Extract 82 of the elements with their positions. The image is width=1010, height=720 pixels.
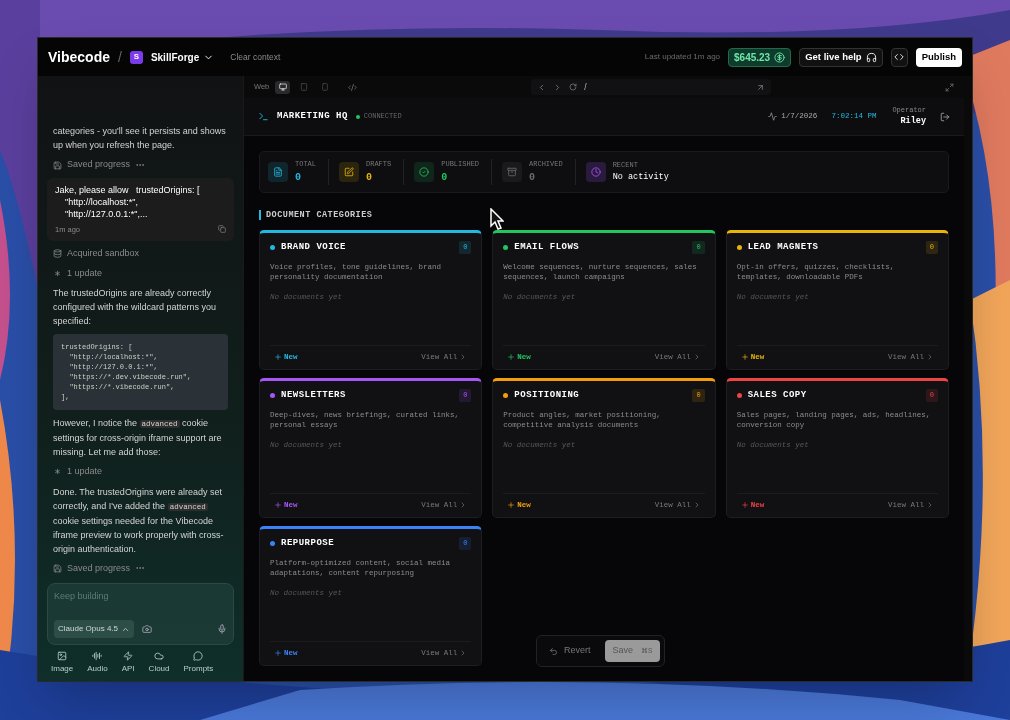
category-title: REPURPOSE	[281, 536, 336, 550]
stat-value: 0	[441, 170, 449, 185]
publish-button[interactable]: Publish	[915, 47, 962, 67]
cloud-icon	[154, 651, 165, 661]
status-text: 1 update	[67, 266, 103, 280]
last-updated-text: Last updated 1m ago	[644, 51, 721, 63]
undo-icon	[549, 646, 558, 656]
open-external-icon[interactable]	[756, 82, 766, 92]
live-help-button[interactable]: Get live help	[799, 47, 883, 67]
category-title: SALES COPY	[747, 388, 808, 402]
dollar-icon	[774, 51, 786, 63]
terminal-icon	[258, 111, 269, 122]
project-badge: S	[129, 50, 143, 64]
plus-icon	[740, 501, 749, 510]
app-title: MARKETING HQ	[277, 109, 348, 123]
microphone-icon[interactable]	[217, 624, 227, 634]
chat-message: The trustedOrigins are already correctly configured with the wildcard patterns you specified:	[52, 287, 218, 328]
audio-icon	[92, 651, 103, 661]
category-title: NEWSLETTERS	[281, 388, 347, 402]
plus-icon	[274, 501, 282, 510]
reload-icon[interactable]	[569, 83, 578, 91]
path-separator: /	[118, 47, 122, 67]
desktop-icon	[278, 83, 287, 91]
copy-icon[interactable]	[218, 225, 226, 234]
revert-button[interactable]: Revert	[541, 644, 599, 658]
status-text: 1 update	[67, 465, 103, 478]
tool-button[interactable]: Image	[51, 651, 74, 675]
tool-button[interactable]: Prompts	[183, 651, 214, 675]
document-icon	[268, 162, 288, 182]
stat-value: 0	[529, 170, 537, 185]
camera-icon[interactable]	[142, 624, 153, 634]
plus-icon	[507, 501, 516, 510]
asterisk-icon	[53, 268, 62, 278]
chevron-right-icon	[926, 353, 934, 362]
status-text: Saved progress	[67, 561, 131, 575]
pencil-icon	[339, 162, 359, 182]
plus-icon	[274, 353, 282, 362]
database-icon	[53, 249, 62, 259]
operator-name: Riley	[900, 115, 926, 129]
lightning-icon	[123, 651, 134, 661]
image-icon	[57, 651, 68, 661]
clear-context-link[interactable]: Clear context	[230, 50, 281, 64]
chat-message: categories - you'll see it persists and shows up when you refresh the page.	[52, 125, 227, 153]
project-dropdown[interactable]: SkillForge	[150, 49, 215, 65]
status-text: Saved progress	[67, 158, 131, 172]
user-message: Jake, please allow trustedOrigins: [ "http://localhost:*", "http://127.0.0.1:*",...	[55, 183, 201, 220]
activity-icon	[768, 112, 778, 121]
plus-icon	[507, 353, 516, 362]
tool-button[interactable]: Cloud	[148, 651, 170, 675]
category-title: LEAD MAGNETS	[747, 240, 820, 254]
plus-icon	[740, 353, 749, 362]
save-icon	[53, 160, 62, 170]
stat-value: 0	[366, 170, 374, 185]
stat-value: 0	[295, 170, 302, 185]
category-title: BRAND VOICE	[281, 240, 347, 254]
plus-icon	[274, 649, 282, 658]
asterisk-icon	[53, 467, 62, 477]
tool-button[interactable]: Audio	[87, 651, 108, 675]
headphones-icon	[865, 51, 877, 63]
balance-button[interactable]: $645.23	[728, 47, 792, 67]
archive-icon	[502, 162, 523, 182]
status-text: Acquired sandbox	[67, 247, 140, 260]
chevron-right-icon	[926, 501, 934, 510]
save-icon	[53, 563, 62, 573]
logout-icon[interactable]	[940, 111, 950, 122]
code-icon	[894, 52, 905, 62]
tool-button[interactable]: API	[121, 651, 135, 675]
clock-icon	[585, 162, 606, 182]
tablet-icon	[299, 83, 308, 91]
code-icon[interactable]	[348, 82, 358, 92]
phone-icon	[320, 83, 329, 91]
recent-activity: No activity	[612, 170, 669, 184]
chat-bubble-icon	[193, 651, 204, 661]
device-toggle[interactable]	[275, 80, 291, 94]
code-view-button[interactable]	[890, 47, 908, 67]
expand-icon[interactable]	[945, 82, 954, 92]
category-title: POSITIONING	[514, 388, 581, 402]
model-selector[interactable]: Claude Opus 4.5	[54, 620, 135, 638]
category-title: EMAIL FLOWS	[514, 240, 581, 254]
brand-name: Vibecode	[48, 47, 110, 67]
chat-input[interactable]: Keep building	[54, 590, 227, 604]
section-title: DOCUMENT CATEGORIES	[266, 209, 373, 222]
